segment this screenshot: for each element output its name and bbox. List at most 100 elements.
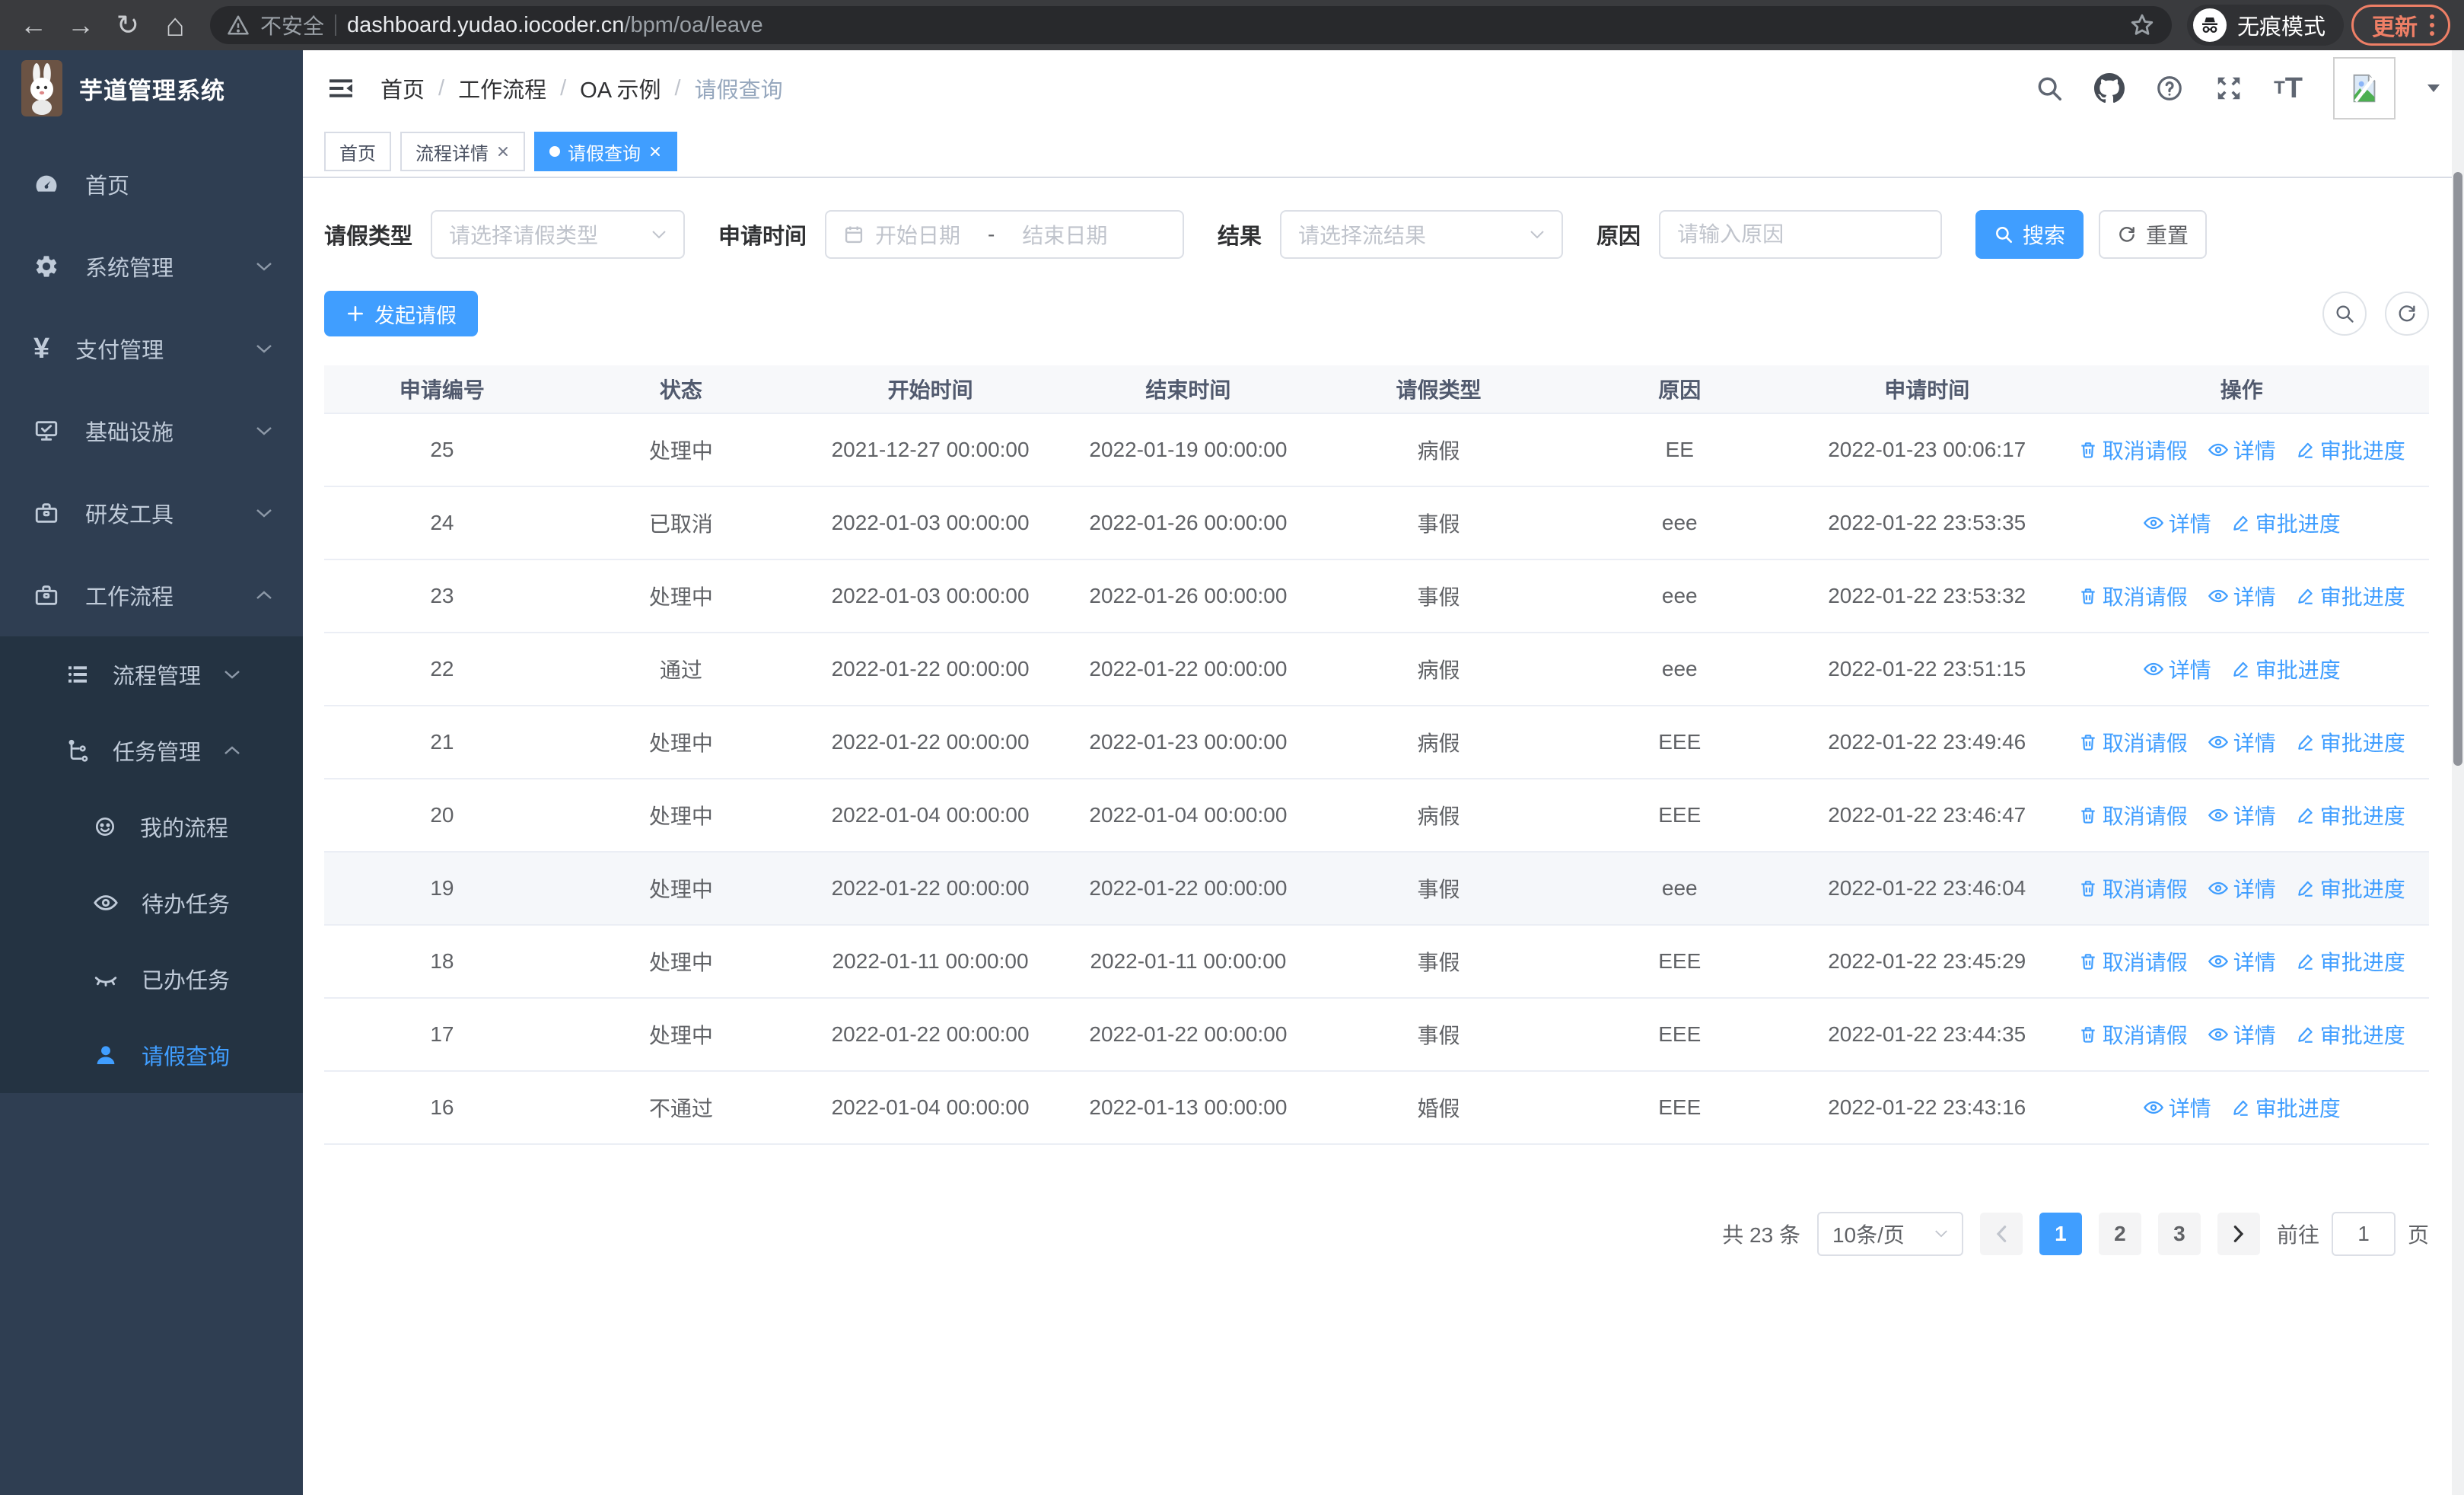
sidebar-item-payment[interactable]: ¥ 支付管理 [0,308,303,390]
browser-reload-button[interactable]: ↻ [108,5,148,45]
cancel-leave-link[interactable]: 取消请假 [2078,435,2188,465]
avatar[interactable] [2333,57,2396,120]
detail-link[interactable]: 详情 [2208,581,2276,611]
approval-progress-link[interactable]: 审批进度 [2231,1092,2341,1123]
sidebar-item-process-management[interactable]: 流程管理 [0,636,303,712]
sidebar-item-dev-tools[interactable]: 研发工具 [0,472,303,554]
reset-button[interactable]: 重置 [2099,210,2208,259]
cell-apply-time: 2022-01-22 23:46:04 [1828,876,2026,900]
approval-progress-link[interactable]: 审批进度 [2231,508,2341,538]
detail-link[interactable]: 详情 [2208,727,2276,757]
approval-progress-link[interactable]: 审批进度 [2296,581,2405,611]
detail-link[interactable]: 详情 [2208,946,2276,977]
screen: ← → ↻ ⌂ 不安全 dashboard.yudao.iocoder.cn/b… [0,0,2464,1495]
fullscreen-icon[interactable] [2214,74,2243,103]
browser-update-button[interactable]: 更新 [2351,5,2450,46]
breadcrumb-oa-example[interactable]: OA 示例 [580,72,661,104]
robot-icon [93,814,117,839]
app-frame: 芋道管理系统 首页 系统管理 ¥ 支付管理 基础设施 研发工具 工作流程 流程管… [0,50,2464,1495]
result-select[interactable]: 请选择流结果 [1280,210,1564,259]
url-bar[interactable]: 不安全 dashboard.yudao.iocoder.cn/bpm/oa/le… [210,6,2172,44]
search-icon[interactable] [2035,74,2064,103]
app-logo[interactable]: 芋道管理系统 [0,50,303,126]
tab-leave-query[interactable]: 请假查询 [534,132,677,171]
detail-link[interactable]: 详情 [2208,873,2276,904]
page-button-3[interactable]: 3 [2157,1213,2201,1255]
approval-progress-link[interactable]: 审批进度 [2296,873,2405,904]
avatar-caret-icon[interactable] [2426,83,2441,94]
approval-progress-link[interactable]: 审批进度 [2296,1019,2405,1050]
sidebar-item-leave-query[interactable]: 请假查询 [0,1017,303,1093]
help-icon[interactable] [2155,74,2184,103]
search-button[interactable]: 搜索 [1975,210,2084,259]
close-icon[interactable] [648,145,662,158]
main-area: 首页 / 工作流程 / OA 示例 / 请假查询 T T 首页 流程详情 请假查… [303,50,2464,1495]
approval-progress-link[interactable]: 审批进度 [2296,946,2405,977]
refresh-table-button[interactable] [2385,292,2429,336]
approval-progress-link[interactable]: 审批进度 [2296,727,2405,757]
cancel-leave-link[interactable]: 取消请假 [2078,873,2188,904]
reason-input[interactable] [1677,222,1924,247]
cancel-leave-link[interactable]: 取消请假 [2078,727,2188,757]
page-button-1[interactable]: 1 [2039,1213,2082,1255]
approval-progress-link[interactable]: 审批进度 [2296,435,2405,465]
page-button-2[interactable]: 2 [2098,1213,2141,1255]
font-size-icon[interactable]: TT [2274,72,2303,105]
page-size-select[interactable]: 10条/页 [1816,1212,1963,1256]
sidebar-item-todo-tasks[interactable]: 待办任务 [0,865,303,941]
breadcrumb-workflow[interactable]: 工作流程 [458,72,546,104]
leave-type-label: 请假类型 [324,225,413,249]
next-page-button[interactable] [2217,1213,2260,1255]
detail-link[interactable]: 详情 [2208,435,2276,465]
approval-progress-link[interactable]: 审批进度 [2296,800,2405,830]
refresh-icon [2117,225,2137,244]
sidebar-item-done-tasks[interactable]: 已办任务 [0,941,303,1017]
browser-home-button[interactable]: ⌂ [155,5,195,45]
scrollbar-thumb[interactable] [2453,172,2462,766]
cancel-leave-link[interactable]: 取消请假 [2078,946,2188,977]
detail-link[interactable]: 详情 [2208,1019,2276,1050]
sidebar-collapse-icon[interactable] [326,73,356,104]
chevron-up-icon [256,590,272,601]
cancel-leave-link[interactable]: 取消请假 [2078,1019,2188,1050]
bookmark-star-icon[interactable] [2129,12,2155,38]
sidebar-item-workflow[interactable]: 工作流程 [0,554,303,636]
detail-link[interactable]: 详情 [2208,800,2276,830]
goto-page-input[interactable] [2331,1212,2396,1256]
table-row: 17 处理中 2022-01-22 00:00:00 2022-01-22 00… [324,999,2429,1072]
browser-back-button[interactable]: ← [14,5,53,45]
chevron-down-icon [256,426,272,436]
toggle-search-button[interactable] [2322,292,2367,336]
browser-forward-button[interactable]: → [61,5,100,45]
cell-reason: EEE [1658,949,1702,973]
window-scrollbar[interactable] [2452,50,2464,1495]
github-icon[interactable] [2094,73,2125,104]
detail-link[interactable]: 详情 [2143,508,2211,538]
detail-link[interactable]: 详情 [2143,654,2211,684]
column-header: 操作 [2220,378,2263,402]
tab-process-detail[interactable]: 流程详情 [400,132,525,171]
tab-home[interactable]: 首页 [324,132,391,171]
prev-page-button[interactable] [1979,1213,2023,1255]
search-icon [1994,225,2014,244]
sidebar-item-home[interactable]: 首页 [0,143,303,225]
apply-time-range-picker[interactable]: 开始日期 - 结束日期 [825,210,1185,259]
approval-progress-link[interactable]: 审批进度 [2231,654,2341,684]
cell-status: 处理中 [648,732,713,755]
leave-type-select[interactable]: 请选择请假类型 [431,210,686,259]
close-icon[interactable] [496,145,510,158]
cell-leave-type: 事假 [1417,951,1460,974]
browser-menu-icon[interactable] [2430,14,2434,36]
cell-actions: 取消请假 详情 审批进度 [2055,873,2429,904]
create-leave-button[interactable]: 发起请假 [324,291,478,336]
sidebar-item-infrastructure[interactable]: 基础设施 [0,390,303,472]
sidebar-item-my-process[interactable]: 我的流程 [0,789,303,865]
goto-page: 前往 页 [2277,1212,2429,1256]
cancel-leave-link[interactable]: 取消请假 [2078,581,2188,611]
sidebar-item-task-management[interactable]: 任务管理 [0,712,303,789]
breadcrumb-home[interactable]: 首页 [380,72,425,104]
sidebar-item-system[interactable]: 系统管理 [0,225,303,308]
cancel-leave-link[interactable]: 取消请假 [2078,800,2188,830]
detail-link[interactable]: 详情 [2143,1092,2211,1123]
sidebar-menu: 首页 系统管理 ¥ 支付管理 基础设施 研发工具 工作流程 流程管理 任务管理 … [0,126,303,1495]
